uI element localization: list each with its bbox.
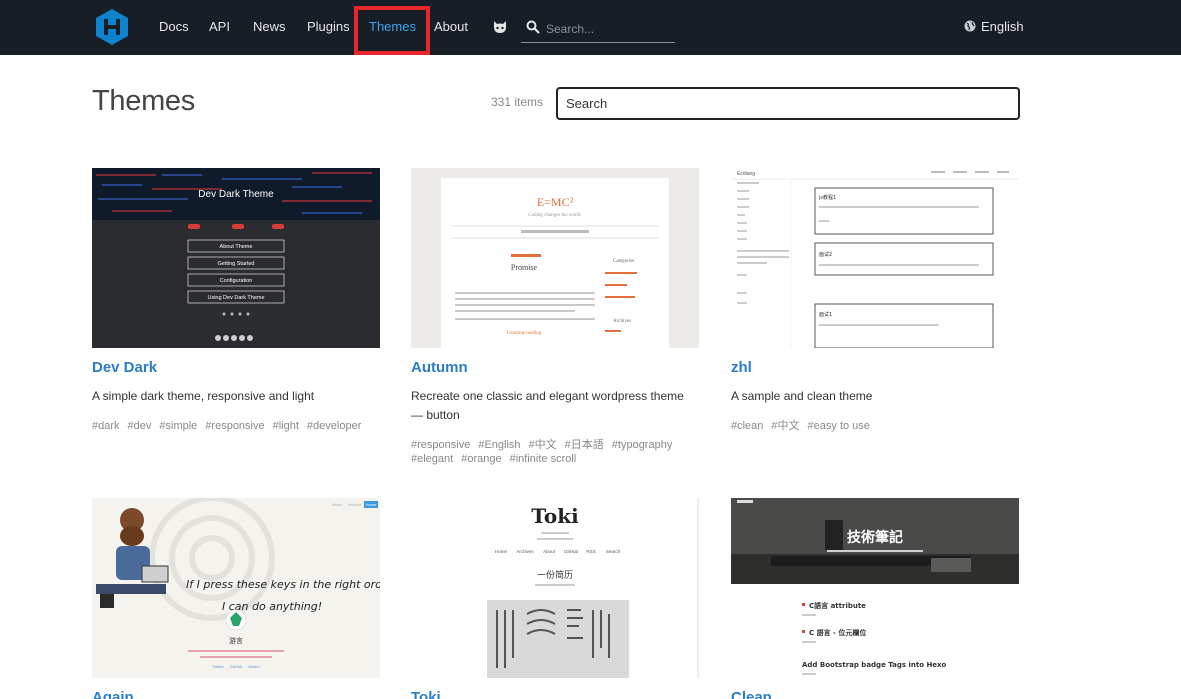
nav-plugins[interactable]: Plugins — [307, 0, 350, 55]
theme-tag[interactable]: #dev — [128, 419, 152, 433]
theme-tag[interactable]: #typography — [612, 438, 673, 452]
preview-nav: Archive — [348, 502, 362, 507]
preview-heading: 技術筆記 — [847, 529, 903, 546]
theme-tag[interactable]: #dark — [92, 419, 120, 433]
preview-post-title: 一份简历 — [537, 569, 573, 581]
theme-thumbnail[interactable]: Toki Home Archives About GitHub RSS Sear… — [411, 498, 699, 678]
theme-thumbnail[interactable]: About Archive Home If I press these keys… — [92, 498, 380, 678]
nav-search — [521, 14, 675, 43]
preview-menu-item: Using Dev Dark Theme — [207, 295, 264, 301]
developer-illustration — [96, 508, 169, 608]
theme-title[interactable]: zhl — [731, 359, 752, 376]
preview-menu-item: Getting Started — [218, 261, 255, 267]
nav-search-input[interactable] — [546, 20, 671, 38]
search-icon — [526, 20, 540, 34]
theme-tags: #responsive #English #中文 #日本語 #typography #el… — [411, 438, 699, 466]
preview-name: 游言 — [229, 636, 243, 645]
preview-menu-item: Configuration — [220, 278, 253, 284]
theme-tag[interactable]: #elegant — [411, 452, 453, 466]
themes-highlight-annotation — [354, 6, 430, 55]
theme-tags: #dark #dev #simple #responsive #light #develo… — [92, 419, 380, 433]
preview-link: Weibo — [248, 664, 260, 669]
nav-docs[interactable]: Docs — [159, 0, 189, 55]
clean-preview: 技術筆記 C語言 attribute C 語言 - 位元欄位 Add Boots… — [731, 498, 1019, 675]
preview-sidebar-heading: Archives — [613, 319, 631, 324]
preview-read-more: Continue reading — [507, 331, 542, 336]
preview-nav: GitHub — [564, 549, 579, 554]
theme-tag[interactable]: #infinite scroll — [510, 452, 577, 466]
theme-title[interactable]: Toki — [411, 689, 441, 699]
github-icon[interactable] — [492, 19, 508, 35]
preview-quote: If I press these keys in the right order… — [186, 578, 380, 591]
theme-title[interactable]: Dev Dark — [92, 359, 157, 376]
toki-preview: Toki Home Archives About GitHub RSS Sear… — [487, 498, 699, 678]
theme-tags: #clean #中文 #easy to use — [731, 419, 1019, 433]
autumn-preview: E=MC² Coding changes the world. Promise … — [441, 178, 669, 348]
theme-thumbnail[interactable]: E=MC² Coding changes the world. Promise … — [411, 168, 699, 348]
preview-link: GitHub — [230, 664, 243, 669]
hexo-logo[interactable] — [94, 8, 130, 46]
preview-heading: E=MC² — [537, 195, 574, 209]
preview-nav: RSS — [586, 549, 595, 554]
theme-tag[interactable]: #日本語 — [565, 438, 604, 452]
theme-tag[interactable]: #orange — [461, 452, 501, 466]
preview-post-title: Add Bootstrap badge Tags into Hexo — [802, 661, 947, 669]
theme-tag[interactable]: #easy to use — [808, 419, 870, 433]
theme-tag[interactable]: #light — [273, 419, 299, 433]
preview-brand: Ecdiang — [737, 171, 755, 177]
theme-thumbnail[interactable]: 技術筆記 C語言 attribute C 語言 - 位元欄位 Add Boots… — [731, 498, 1019, 678]
theme-tag[interactable]: #clean — [731, 419, 763, 433]
nav-api[interactable]: API — [209, 0, 230, 55]
theme-tag[interactable]: #中文 — [771, 419, 799, 433]
theme-search-input[interactable] — [556, 87, 1020, 120]
language-label: English — [981, 19, 1024, 34]
theme-description: A sample and clean theme — [731, 389, 873, 403]
language-selector[interactable]: English — [964, 0, 1024, 55]
again-preview: About Archive Home If I press these keys… — [96, 498, 380, 669]
preview-subtitle: Coding changes the world. — [528, 213, 582, 218]
preview-link: Twitter — [212, 664, 224, 669]
theme-tag[interactable]: #responsive — [205, 419, 264, 433]
preview-post-title: C語言 attribute — [809, 601, 866, 610]
preview-post-title: Promise — [511, 263, 538, 272]
theme-thumbnail[interactable]: Dev Dark Theme About Theme Getting Start… — [92, 168, 380, 348]
preview-nav: Archives — [516, 549, 534, 554]
theme-tag[interactable]: #simple — [159, 419, 197, 433]
preview-logo: Toki — [531, 504, 579, 528]
top-navbar: Docs API News Plugins Themes About Engli… — [0, 0, 1181, 55]
preview-menu-item: About Theme — [220, 244, 253, 250]
preview-sidebar-heading: Categories — [613, 259, 634, 264]
preview-nav: Home — [366, 502, 377, 507]
theme-tag[interactable]: #English — [478, 438, 520, 452]
preview-post-title: js教程1 — [818, 194, 836, 201]
preview-nav: About — [332, 502, 343, 507]
preview-nav: Search — [606, 549, 621, 554]
globe-icon — [964, 20, 976, 32]
page-title: Themes — [92, 85, 195, 117]
theme-title[interactable]: Autumn — [411, 359, 468, 376]
dev-dark-preview: Dev Dark Theme About Theme Getting Start… — [92, 168, 380, 341]
preview-post-title: C 語言 - 位元欄位 — [809, 628, 866, 637]
theme-thumbnail[interactable]: Ecdiang js教程1 面试2 面试1 — [731, 168, 1019, 348]
theme-count: 331 items — [491, 95, 544, 109]
theme-tag[interactable]: #developer — [307, 419, 361, 433]
preview-nav: Home — [495, 549, 508, 554]
theme-tag[interactable]: #中文 — [529, 438, 557, 452]
theme-tag[interactable]: #responsive — [411, 438, 470, 452]
nav-news[interactable]: News — [253, 0, 286, 55]
preview-heading: Dev Dark Theme — [198, 189, 274, 200]
nav-about[interactable]: About — [434, 0, 468, 55]
preview-post-title: 面试2 — [819, 251, 832, 258]
theme-description: Recreate one classic and elegant wordpre… — [411, 389, 684, 422]
zhl-preview: Ecdiang js教程1 面试2 面试1 — [731, 171, 1019, 348]
theme-title[interactable]: Clean — [731, 689, 772, 699]
preview-nav: About — [543, 549, 556, 554]
theme-title[interactable]: Again — [92, 689, 134, 699]
theme-description: A simple dark theme, responsive and ligh… — [92, 389, 315, 403]
preview-post-title: 面试1 — [819, 311, 832, 318]
